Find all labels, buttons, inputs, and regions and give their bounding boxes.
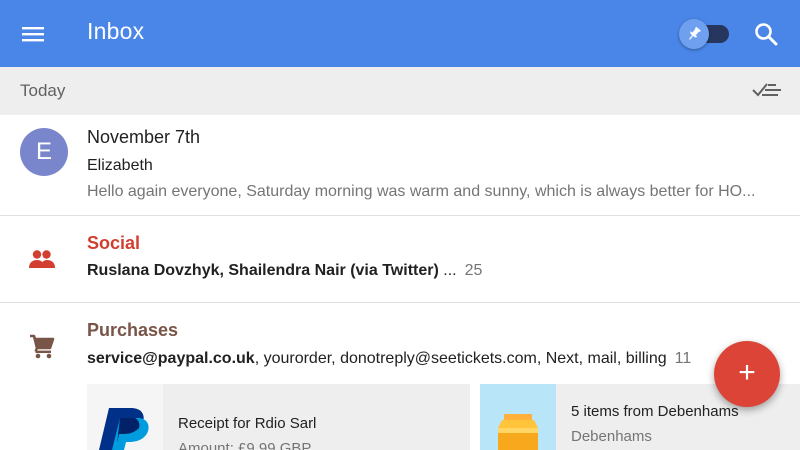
paypal-logo-icon	[99, 408, 149, 450]
email-sender: Elizabeth	[87, 157, 153, 174]
email-subject: November 7th	[87, 127, 201, 147]
card-thumbnail	[87, 384, 163, 450]
cart-icon	[30, 334, 55, 359]
purchase-card-paypal[interactable]: Receipt for Rdio Sarl Amount: £9.99 GBP	[87, 384, 470, 450]
bundle-ellipsis: ...	[438, 262, 457, 279]
card-thumbnail	[480, 384, 556, 450]
menu-icon[interactable]	[18, 20, 50, 48]
avatar: E	[20, 128, 68, 176]
sweep-done-icon[interactable]	[750, 78, 784, 102]
card-subtitle: Debenhams	[571, 428, 652, 445]
section-header-today: Today	[0, 67, 800, 115]
bundle-count: 11	[674, 350, 692, 367]
card-title: Receipt for Rdio Sarl	[178, 415, 317, 432]
bundle-social[interactable]: Social Ruslana Dovzhyk, Shailendra Nair …	[0, 216, 800, 302]
bundle-title-purchases: Purchases	[87, 320, 179, 340]
bundle-senders-bold: service@paypal.co.uk	[87, 350, 255, 367]
card-subtitle: Amount: £9.99 GBP	[178, 440, 312, 450]
bundle-count: 25	[464, 262, 483, 279]
app-title: Inbox	[87, 18, 145, 44]
compose-button[interactable]: +	[714, 341, 780, 407]
app-bar: Inbox	[0, 0, 800, 67]
bundle-senders-purchases: service@paypal.co.uk, yourorder, donotre…	[87, 350, 691, 368]
bundle-senders-social: Ruslana Dovzhyk, Shailendra Nair (via Tw…	[87, 262, 482, 280]
email-row[interactable]: E November 7th Elizabeth Hello again eve…	[0, 115, 800, 215]
bundle-senders-bold: Ruslana Dovzhyk, Shailendra Nair (via Tw…	[87, 262, 439, 279]
pin-toggle-thumb[interactable]	[679, 19, 709, 49]
bundle-title-social: Social	[87, 233, 141, 253]
search-icon[interactable]	[752, 20, 780, 48]
package-icon	[498, 414, 538, 450]
email-snippet: Hello again everyone, Saturday morning w…	[87, 183, 756, 200]
bundle-purchases[interactable]: Purchases service@paypal.co.uk, yourorde…	[0, 303, 800, 385]
plus-icon: +	[738, 356, 756, 389]
people-icon	[29, 250, 55, 268]
bundle-senders-rest: , yourorder, donotreply@seetickets.com, …	[254, 350, 667, 367]
pin-icon	[689, 26, 701, 40]
pin-toggle[interactable]	[679, 19, 731, 49]
section-label: Today	[20, 81, 66, 100]
